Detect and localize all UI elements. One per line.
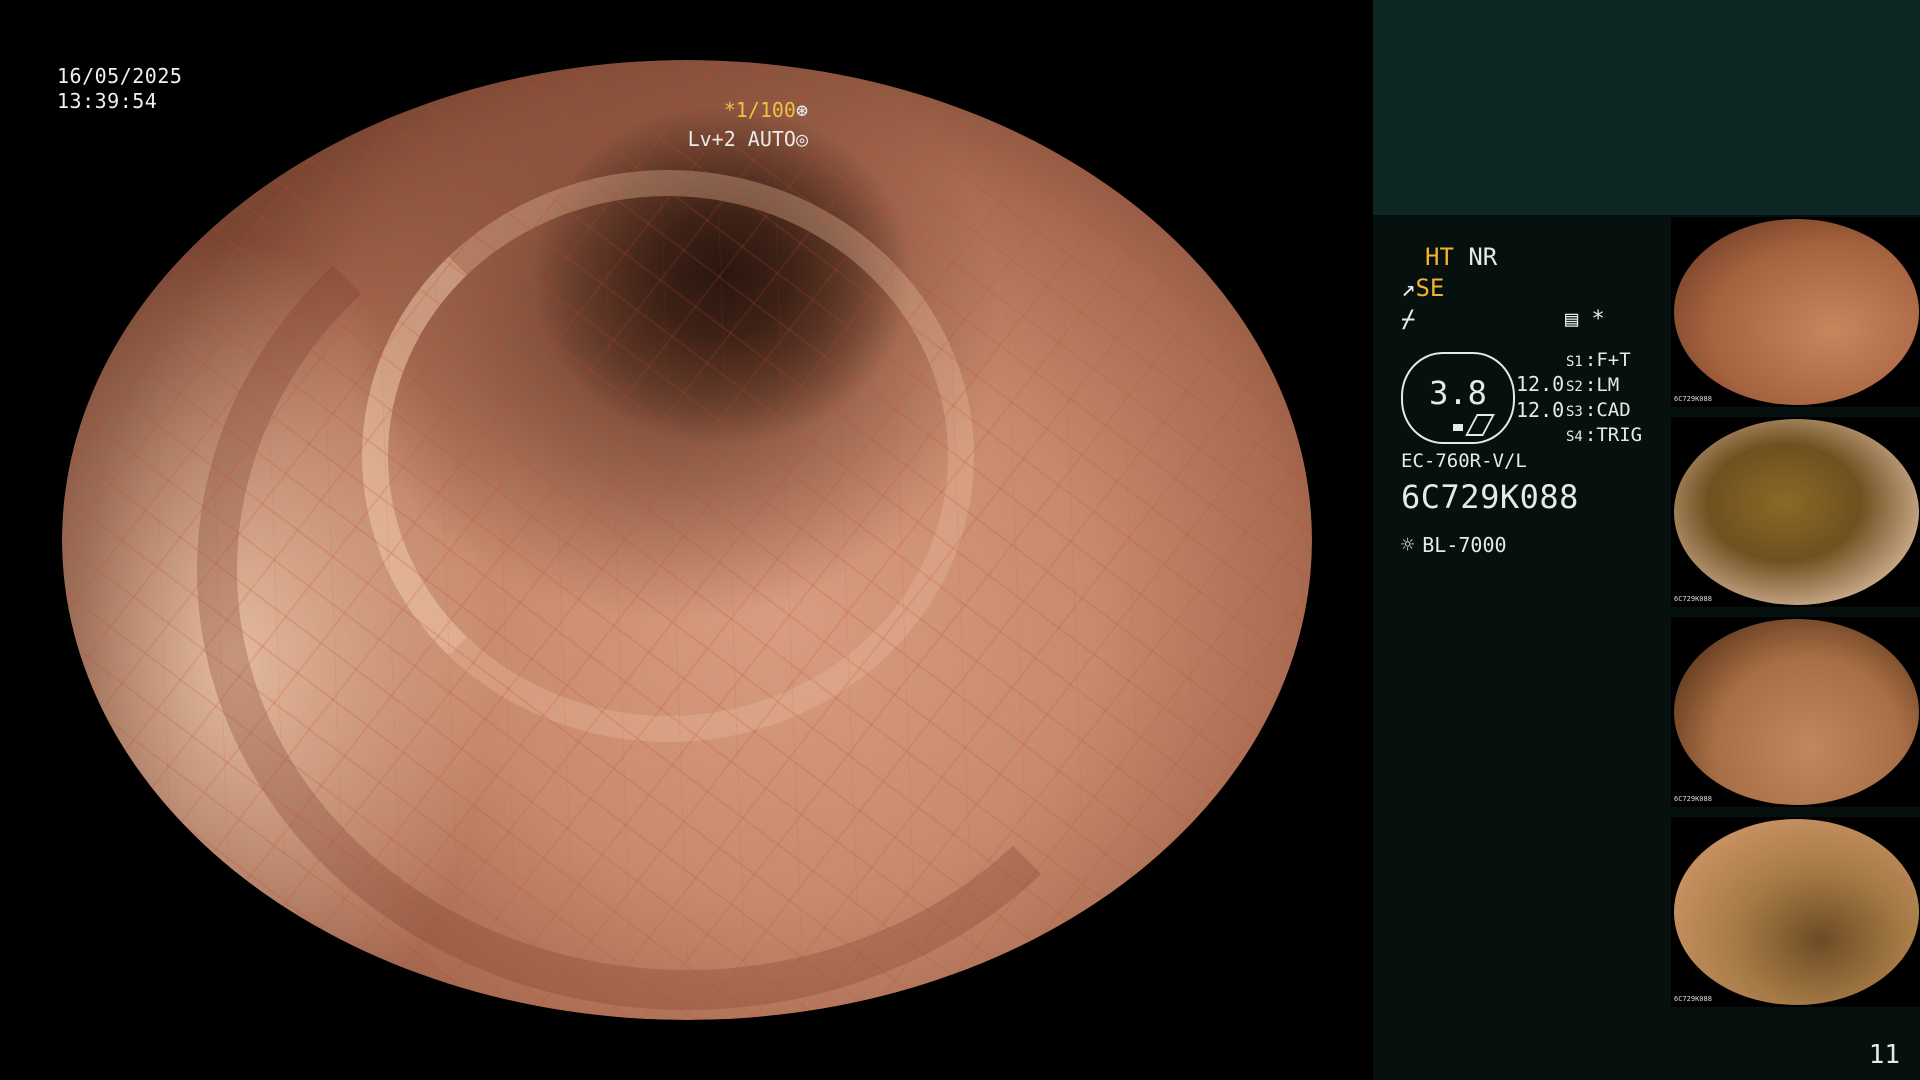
iris-icon: ◎ [795,127,808,151]
mucosal-fold [362,170,974,742]
thumbnail-image [1674,619,1919,805]
nr-label: NR [1468,243,1498,271]
se-label: SE [1415,274,1445,302]
switch-key: S1 [1566,354,1583,370]
switch-key: S2 [1566,379,1583,395]
thumbnail-2[interactable]: 6C729K088 [1671,417,1920,607]
datetime: 16/05/2025 13:39:54 [57,64,182,114]
switch-value: CAD [1596,399,1631,421]
pressure-2: 12.0 [1516,398,1565,422]
structure-enhance-icon: ↗ [1401,274,1416,302]
page-number: 11 [1868,1040,1900,1070]
ht-label: HT [1425,243,1454,271]
switch-value: TRIG [1596,424,1643,446]
thumbnail-image [1674,419,1919,605]
switch-s1: S1:F+T [1566,349,1631,371]
endoscopic-image [62,60,1312,1020]
light-source: ☼ BL-7000 [1401,533,1507,558]
panel-header-block [1373,0,1920,215]
menu-icon: ▤ [1565,307,1579,332]
light-source-label: BL-7000 [1422,533,1507,557]
switch-s2: S2:LM [1566,374,1620,396]
mode-icons: ▤ * [1565,307,1605,332]
switch-value: F+T [1596,349,1631,371]
badge-slash-icon [1465,414,1495,436]
switch-value: LM [1596,374,1620,396]
brightness-level: Lv+2 AUTO◎ [688,127,808,151]
ht-nr-row: HT NR [1425,243,1497,271]
thumbnail-4[interactable]: 6C729K088 [1671,817,1920,1007]
aperture-icon: ⊛ [795,98,808,122]
thumbnail-serial: 6C729K088 [1674,795,1712,803]
scope-model: EC-760R-V/L [1401,450,1527,472]
color-mode-icon: ⌿ [1401,305,1416,333]
switch-s4: S4:TRIG [1566,424,1643,446]
thumbnail-3[interactable]: 6C729K088 [1671,617,1920,807]
switch-key: S3 [1566,404,1583,420]
thumbnail-serial: 6C729K088 [1674,595,1712,603]
light-icon: ☼ [1401,533,1415,558]
badge-value: 3.8 [1429,374,1487,412]
scope-serial: 6C729K088 [1401,478,1579,516]
star-icon: * [1591,307,1605,332]
thumbnail-1[interactable]: 6C729K088 [1671,217,1920,407]
se-row: ↗SE [1401,274,1444,302]
value-badge: 3.8 [1401,352,1515,444]
pressure-1: 12.0 [1516,372,1565,396]
thumbnail-serial: 6C729K088 [1674,395,1712,403]
badge-mark [1453,424,1463,431]
time-text: 13:39:54 [57,89,158,113]
switch-key: S4 [1566,429,1583,445]
date-text: 16/05/2025 [57,64,183,88]
thumbnail-serial: 6C729K088 [1674,995,1712,1003]
level-text: Lv+2 AUTO [687,127,796,151]
thumbnail-image [1674,819,1919,1005]
endoscope-view: 16/05/2025 13:39:54 *1/100⊛ Lv+2 AUTO◎ [0,0,1373,1080]
mucosal-fold-outer [197,130,1177,1010]
switch-s3: S3:CAD [1566,399,1631,421]
shutter-speed: *1/100⊛ [724,98,808,122]
thumbnail-image [1674,219,1919,405]
shutter-text: *1/100 [723,98,796,122]
